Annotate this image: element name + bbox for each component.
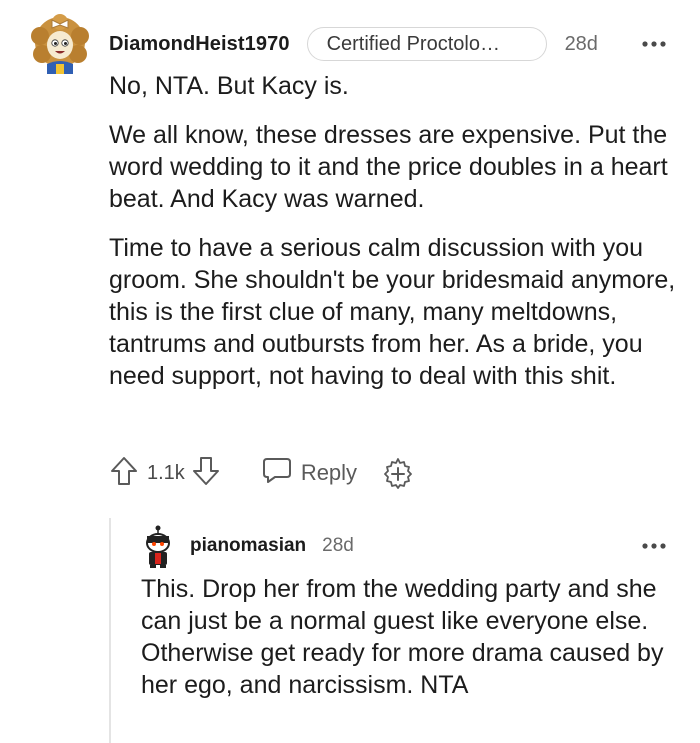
reply-header: pianomasian 28d xyxy=(190,532,354,560)
comment-paragraph: We all know, these dresses are expensive… xyxy=(109,121,668,213)
avatar-icon xyxy=(31,14,89,74)
comment-thread: DiamondHeist1970 Certified Proctolo… 28d… xyxy=(0,0,700,743)
reply-body: This. Drop her from the wedding party an… xyxy=(141,573,686,701)
reply-avatar[interactable] xyxy=(140,525,176,569)
upvote-icon[interactable] xyxy=(109,455,139,492)
more-options-icon[interactable] xyxy=(641,36,667,47)
reply-text: This. Drop her from the wedding party an… xyxy=(141,575,664,699)
comment-paragraph: Time to have a serious calm discussion w… xyxy=(109,234,676,390)
award-button[interactable] xyxy=(383,457,413,489)
award-icon xyxy=(384,458,412,489)
comment-body: No, NTA. But Kacy is. We all know, these… xyxy=(109,70,684,409)
username[interactable]: DiamondHeist1970 xyxy=(109,33,290,56)
user-flair: Certified Proctolo… xyxy=(306,27,547,61)
vote-count: 1.1k xyxy=(147,461,185,484)
more-options-icon[interactable] xyxy=(641,538,667,549)
user-avatar[interactable] xyxy=(30,14,90,74)
timestamp: 28d xyxy=(564,32,598,55)
username[interactable]: pianomasian xyxy=(190,535,306,557)
thread-line[interactable] xyxy=(109,518,111,743)
comment-actions: 1.1k Reply xyxy=(109,456,413,490)
reply-icon xyxy=(261,455,293,491)
comment-paragraph: No, NTA. But Kacy is. xyxy=(109,72,349,100)
avatar-icon xyxy=(146,525,170,568)
comment-header: DiamondHeist1970 Certified Proctolo… 28d xyxy=(109,26,598,62)
timestamp: 28d xyxy=(322,535,354,556)
downvote-icon[interactable] xyxy=(191,455,221,492)
reply-button[interactable]: Reply xyxy=(261,455,357,491)
reply-label: Reply xyxy=(300,460,358,485)
